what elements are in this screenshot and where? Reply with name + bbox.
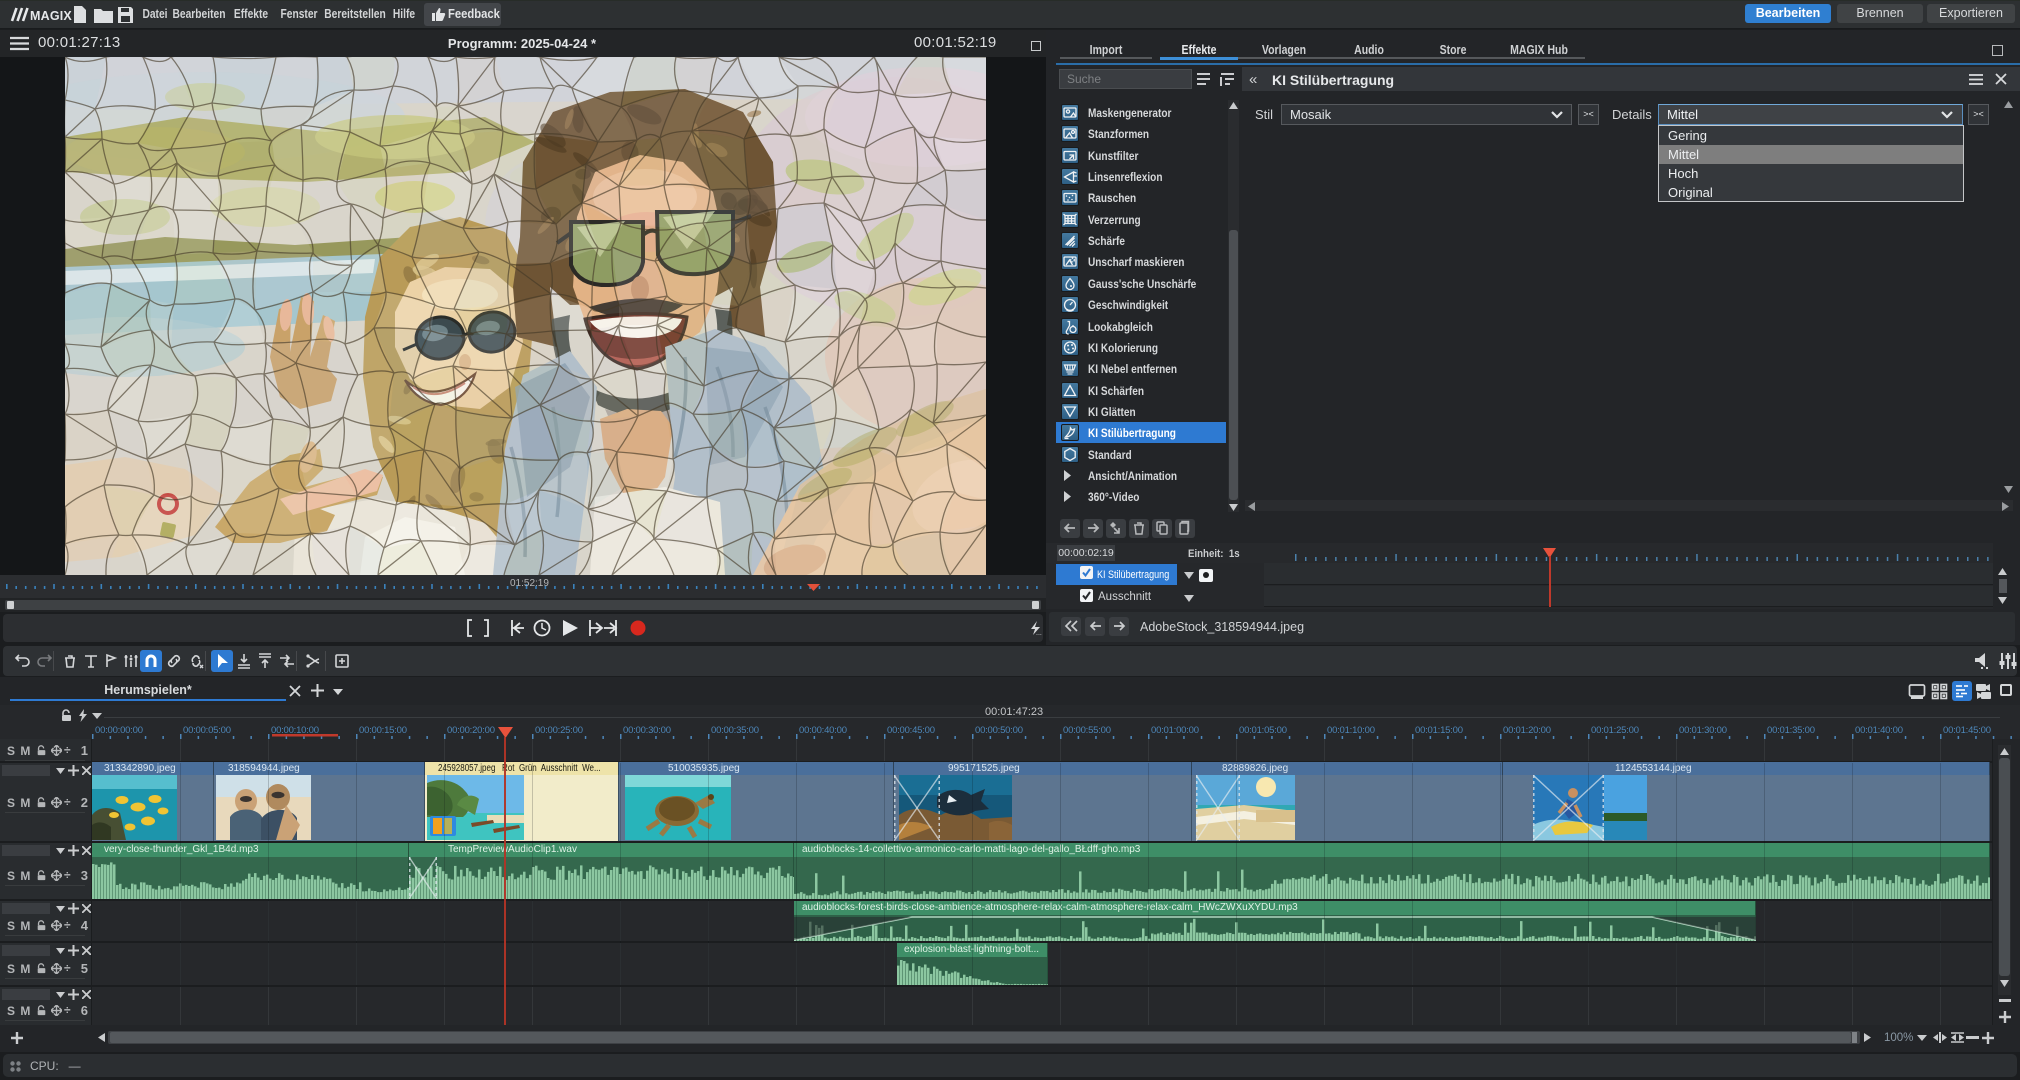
svg-text:00:00:45:00: 00:00:45:00 bbox=[887, 725, 935, 736]
svg-text:00:01:25:00: 00:01:25:00 bbox=[1591, 725, 1639, 736]
svg-text:00:01:40:00: 00:01:40:00 bbox=[1855, 725, 1903, 736]
svg-text:MAGIX: MAGIX bbox=[30, 9, 72, 23]
svg-text:00:00:00:00: 00:00:00:00 bbox=[95, 725, 143, 736]
svg-text:00:00:30:00: 00:00:30:00 bbox=[623, 725, 671, 736]
svg-text:00:00:55:00: 00:00:55:00 bbox=[1063, 725, 1111, 736]
svg-text:00:00:15:00: 00:00:15:00 bbox=[359, 725, 407, 736]
svg-text:00:01:15:00: 00:01:15:00 bbox=[1415, 725, 1463, 736]
svg-text:...: ... bbox=[1036, 630, 1042, 636]
svg-text:00:01:45:00: 00:01:45:00 bbox=[1943, 725, 1991, 736]
svg-text:00:00:25:00: 00:00:25:00 bbox=[535, 725, 583, 736]
svg-text:00:00:40:00: 00:00:40:00 bbox=[799, 725, 847, 736]
svg-text:00:01:00:00: 00:01:00:00 bbox=[1151, 725, 1199, 736]
svg-text:00:01:35:00: 00:01:35:00 bbox=[1767, 725, 1815, 736]
svg-text:00:00:50:00: 00:00:50:00 bbox=[975, 725, 1023, 736]
svg-text:00:00:05:00: 00:00:05:00 bbox=[183, 725, 231, 736]
svg-text:00:01:20:00: 00:01:20:00 bbox=[1503, 725, 1551, 736]
svg-text:00:01:05:00: 00:01:05:00 bbox=[1239, 725, 1287, 736]
svg-text:00:01:10:00: 00:01:10:00 bbox=[1327, 725, 1375, 736]
svg-text:01:52:19: 01:52:19 bbox=[510, 578, 549, 589]
svg-text:00:00:20:00: 00:00:20:00 bbox=[447, 725, 495, 736]
svg-text:00:01:30:00: 00:01:30:00 bbox=[1679, 725, 1727, 736]
svg-text:00:00:35:00: 00:00:35:00 bbox=[711, 725, 759, 736]
